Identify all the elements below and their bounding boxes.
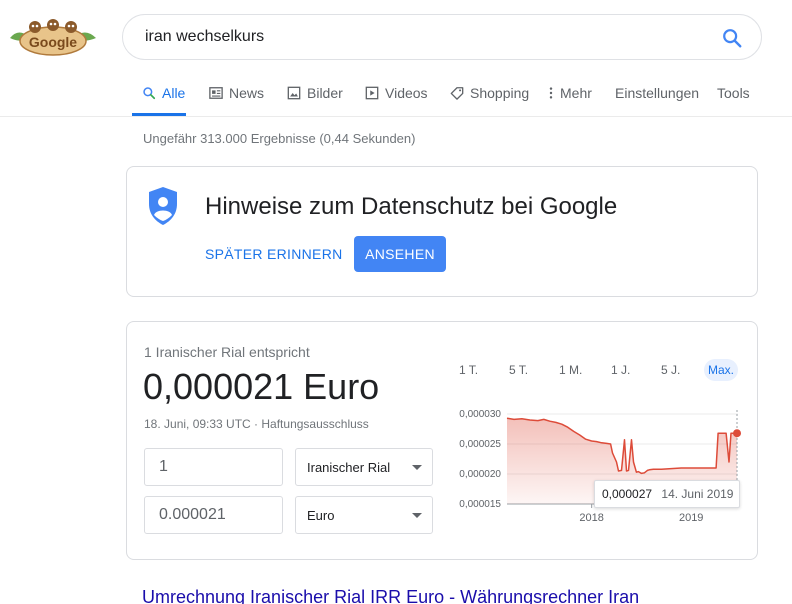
google-doodle-logo[interactable]: Google <box>8 14 98 58</box>
to-currency-select[interactable]: Euro <box>295 496 433 534</box>
equivalence-label: 1 Iranischer Rial entspricht <box>144 344 310 360</box>
result-stats: Ungefähr 313.000 Ergebnisse (0,44 Sekund… <box>143 131 416 146</box>
dropdown-caret-icon <box>412 513 422 518</box>
tab-label: Alle <box>162 85 186 101</box>
y-tick-label: 0,000020 <box>459 469 501 480</box>
dropdown-caret-icon <box>412 465 422 470</box>
hover-point <box>733 429 742 438</box>
tab-videos[interactable]: Videos <box>365 78 428 116</box>
tab-news[interactable]: News <box>209 78 264 116</box>
search-box[interactable]: iran wechselkurs <box>122 14 762 60</box>
image-icon <box>287 86 301 100</box>
range-tab-max[interactable]: Max. <box>704 359 739 381</box>
tab-label: Shopping <box>470 85 530 101</box>
range-tab-5d[interactable]: 5 T. <box>505 359 532 381</box>
tag-icon <box>450 87 464 100</box>
from-amount-input[interactable]: 1 <box>144 448 283 486</box>
search-icon[interactable] <box>721 27 743 49</box>
tab-label: Tools <box>717 85 750 101</box>
x-tick-label: 2019 <box>679 512 703 524</box>
range-tab-5y[interactable]: 5 J. <box>657 359 684 381</box>
more-vert-icon <box>549 87 553 99</box>
from-currency-select[interactable]: Iranischer Rial <box>295 448 433 486</box>
to-amount-input[interactable]: 0.000021 <box>144 496 283 534</box>
shield-person-icon <box>147 186 179 226</box>
y-tick-label: 0,000025 <box>459 439 501 450</box>
y-tick-label: 0,000030 <box>459 409 501 420</box>
privacy-title: Hinweise zum Datenschutz bei Google <box>205 193 618 220</box>
tab-bilder[interactable]: Bilder <box>287 78 343 116</box>
tab-label: Videos <box>385 85 428 101</box>
tab-shopping[interactable]: Shopping <box>450 78 529 116</box>
video-icon <box>365 86 379 100</box>
x-tick-label: 2018 <box>579 512 603 524</box>
converted-value: 0,000021 Euro <box>143 366 380 407</box>
tab-einstellungen[interactable]: Einstellungen <box>615 78 699 116</box>
y-tick-label: 0,000015 <box>459 499 501 510</box>
tooltip-date: 14. Juni 2019 <box>661 487 734 501</box>
remind-later-button[interactable]: SPÄTER ERINNERN <box>205 246 343 262</box>
tab-label: Einstellungen <box>615 85 700 101</box>
svg-text:Google: Google <box>29 34 77 50</box>
search-icon <box>143 87 156 100</box>
tab-mehr[interactable]: Mehr <box>548 78 592 116</box>
tooltip-value: 0,000027 <box>602 487 653 501</box>
exchange-rate-chart[interactable]: 0,000030 0,000025 0,000020 0,000015 2018 2019 <box>432 400 752 535</box>
tab-alle[interactable]: Alle <box>132 78 186 116</box>
view-button[interactable]: ANSEHEN <box>354 236 446 272</box>
range-tab-1d[interactable]: 1 T. <box>455 359 482 381</box>
currency-converter-card: 1 Iranischer Rial entspricht 0,000021 Eu… <box>126 321 758 560</box>
chart-tooltip: 0,000027 14. Juni 2019 <box>594 480 740 508</box>
from-currency-label: Iranischer Rial <box>307 460 391 475</box>
range-tab-1m[interactable]: 1 M. <box>555 359 586 381</box>
tab-label: Bilder <box>307 85 343 101</box>
tab-label: News <box>229 85 265 101</box>
range-tab-1y[interactable]: 1 J. <box>607 359 634 381</box>
tab-label: Mehr <box>560 85 592 101</box>
rate-date-disclaimer[interactable]: 18. Juni, 09:33 UTC · Haftungsausschluss <box>144 417 369 431</box>
tab-tools[interactable]: Tools <box>717 78 750 116</box>
search-input[interactable]: iran wechselkurs <box>145 28 264 46</box>
news-icon <box>209 87 223 99</box>
header-divider <box>0 116 792 117</box>
search-result-link[interactable]: Umrechnung Iranischer Rial IRR Euro - Wä… <box>142 587 639 604</box>
privacy-reminder-card: Hinweise zum Datenschutz bei Google SPÄT… <box>126 166 758 297</box>
to-currency-label: Euro <box>307 508 335 523</box>
